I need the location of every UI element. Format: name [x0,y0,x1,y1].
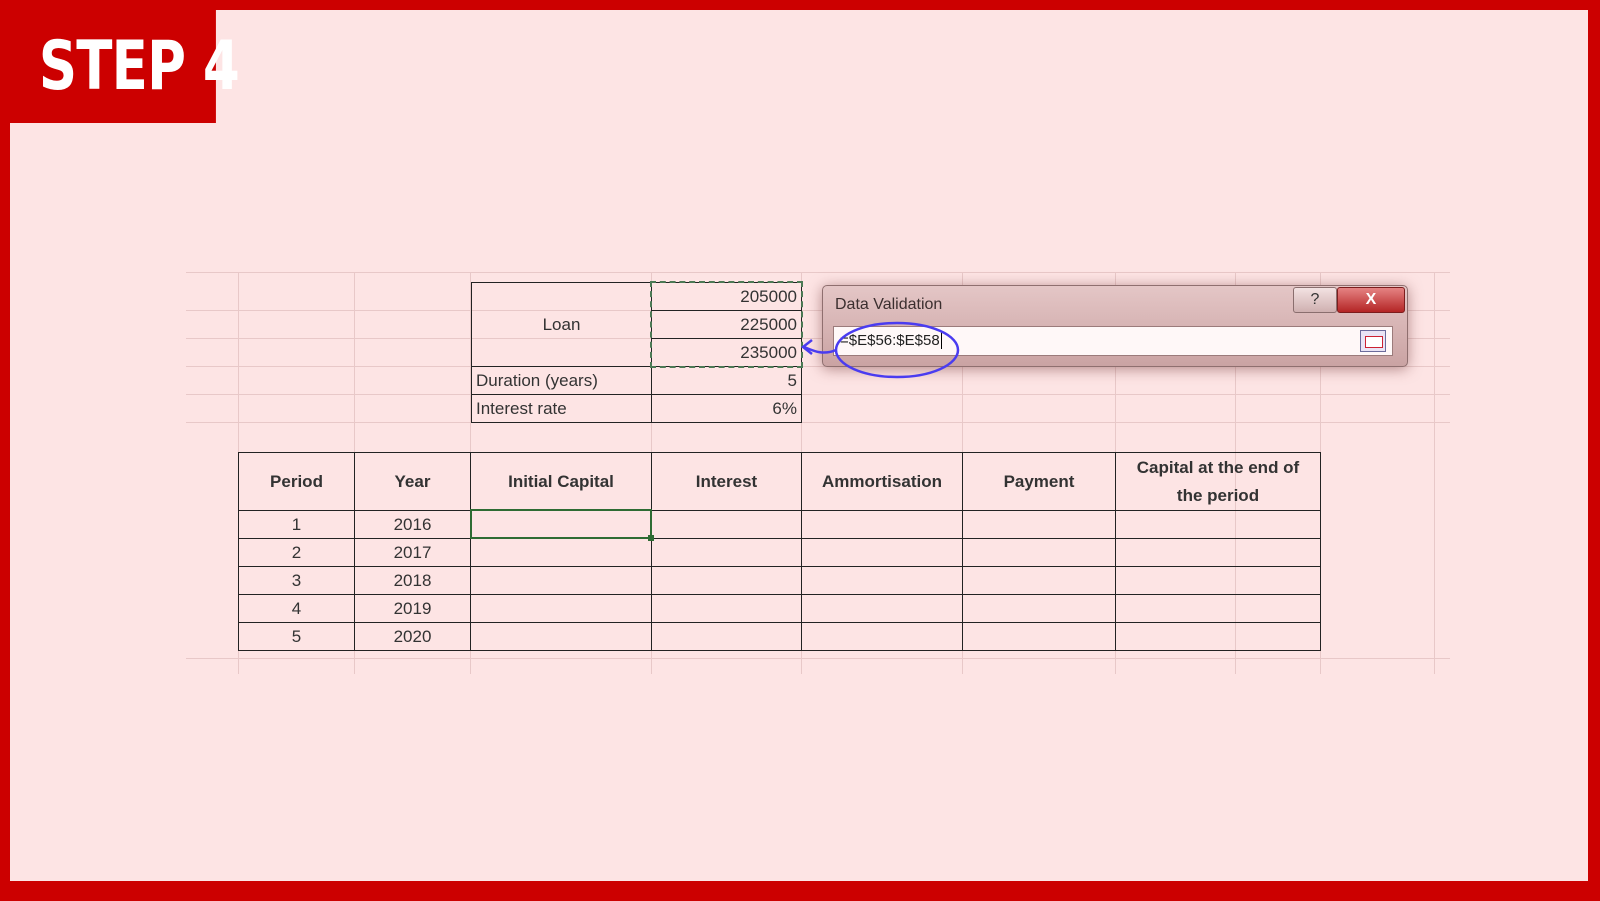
header-payment[interactable]: Payment [962,452,1116,511]
rate-value-cell[interactable]: 6% [651,394,802,423]
header-initial-capital[interactable]: Initial Capital [470,452,652,511]
rate-label-cell[interactable]: Interest rate [471,394,652,423]
table-cell[interactable] [801,538,963,567]
period-cell[interactable]: 5 [238,622,355,651]
table-cell[interactable] [470,594,652,623]
header-year[interactable]: Year [354,452,471,511]
source-range-value: =$E$56:$E$58 [840,332,940,349]
year-cell[interactable]: 2017 [354,538,471,567]
table-cell[interactable] [651,566,802,595]
step-badge: STEP 4 [10,10,240,123]
table-cell[interactable] [962,538,1116,567]
table-cell[interactable] [651,594,802,623]
year-cell[interactable]: 2016 [354,510,471,539]
table-cell[interactable] [801,510,963,539]
period-cell[interactable]: 4 [238,594,355,623]
header-ammortisation[interactable]: Ammortisation [801,452,963,511]
table-cell[interactable] [470,538,652,567]
table-cell[interactable] [801,566,963,595]
duration-value-cell[interactable]: 5 [651,366,802,395]
year-cell[interactable]: 2020 [354,622,471,651]
header-period[interactable]: Period [238,452,355,511]
collapse-dialog-icon[interactable] [1360,330,1386,352]
gridline [186,658,1450,659]
loan-value-cell-1[interactable]: 205000 [651,282,802,311]
help-button[interactable]: ? [1293,287,1337,313]
table-cell[interactable] [801,622,963,651]
table-cell[interactable] [651,622,802,651]
close-button[interactable]: X [1337,287,1405,313]
data-validation-dialog: Data Validation ? X =$E$56:$E$58 [822,285,1408,367]
duration-label-cell[interactable]: Duration (years) [471,366,652,395]
table-cell[interactable] [962,510,1116,539]
gridline [186,272,1450,273]
table-cell[interactable] [1115,510,1321,539]
period-cell[interactable]: 3 [238,566,355,595]
period-cell[interactable]: 1 [238,510,355,539]
gridline [1434,272,1435,674]
year-cell[interactable]: 2018 [354,566,471,595]
loan-value-cell-2[interactable]: 225000 [651,310,802,339]
table-cell[interactable] [1115,538,1321,567]
header-capital-end[interactable]: Capital at the end of the period [1115,452,1321,511]
loan-value-cell-3[interactable]: 235000 [651,338,802,367]
table-cell[interactable] [962,594,1116,623]
year-cell[interactable]: 2019 [354,594,471,623]
table-cell[interactable] [470,566,652,595]
gridline [186,394,1450,395]
loan-label-cell[interactable]: Loan [471,282,652,367]
table-cell[interactable] [1115,622,1321,651]
table-cell[interactable] [470,622,652,651]
source-range-input[interactable]: =$E$56:$E$58 [833,326,1393,356]
active-cell-selection [470,509,654,541]
table-cell[interactable] [1115,566,1321,595]
table-cell[interactable] [962,566,1116,595]
dialog-title: Data Validation [835,296,943,313]
table-cell[interactable] [651,510,802,539]
table-cell[interactable] [651,538,802,567]
table-cell[interactable] [962,622,1116,651]
table-cell[interactable] [1115,594,1321,623]
gridline [186,422,1450,423]
header-interest[interactable]: Interest [651,452,802,511]
period-cell[interactable]: 2 [238,538,355,567]
table-cell[interactable] [801,594,963,623]
